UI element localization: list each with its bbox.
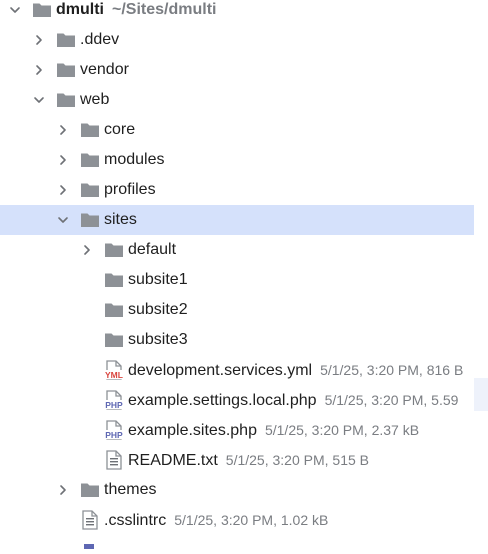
partial-file-icon xyxy=(84,536,94,549)
file-meta: 5/1/25, 3:20 PM, 816 B xyxy=(320,362,464,378)
folder-icon xyxy=(104,330,124,350)
tree-row-readme-txt[interactable]: README.txt 5/1/25, 3:20 PM, 515 B xyxy=(0,445,474,475)
tree-row-example-sites-php[interactable]: PHP example.sites.php 5/1/25, 3:20 PM, 2.3… xyxy=(0,415,474,445)
tree-item-label: .ddev xyxy=(80,30,119,50)
folder-icon xyxy=(56,30,76,50)
tree-row-vendor[interactable]: vendor xyxy=(0,55,474,85)
folder-icon xyxy=(80,480,100,500)
tree-row-core[interactable]: core xyxy=(0,115,474,145)
tree-item-label: vendor xyxy=(80,60,129,80)
php-file-icon: PHP xyxy=(104,420,124,440)
svg-text:YML: YML xyxy=(105,370,123,380)
item-name: subsite3 xyxy=(128,331,188,348)
tree-item-label: web xyxy=(80,90,109,110)
tree-row-web[interactable]: web xyxy=(0,85,474,115)
folder-icon xyxy=(80,150,100,170)
tree-item-label: sites xyxy=(104,210,137,230)
tree-row-default[interactable]: default xyxy=(0,235,474,265)
file-meta: 5/1/25, 3:20 PM, 5.59 xyxy=(324,392,459,408)
item-name: modules xyxy=(104,151,165,168)
item-name: .ddev xyxy=(80,31,120,48)
chevron-right-icon[interactable] xyxy=(32,33,46,47)
tree-item-label: example.sites.php 5/1/25, 3:20 PM, 2.37 k… xyxy=(128,420,419,441)
tree-row-dmulti[interactable]: dmulti ~/Sites/dmulti xyxy=(0,0,474,25)
tree-item-label: profiles xyxy=(104,180,156,200)
tree-item-label: subsite1 xyxy=(128,270,188,290)
tree-row-development-services-yml[interactable]: YML development.services.yml 5/1/25, 3:20 … xyxy=(0,355,474,385)
item-name: .csslintrc xyxy=(104,512,167,529)
tree-item-label: default xyxy=(128,240,176,260)
chevron-down-icon[interactable] xyxy=(8,3,22,17)
chevron-right-icon[interactable] xyxy=(56,153,70,167)
folder-icon xyxy=(104,240,124,260)
chevron-right-icon[interactable] xyxy=(80,243,94,257)
tree-row-subsite2[interactable]: subsite2 xyxy=(0,295,474,325)
folder-icon xyxy=(80,120,100,140)
folder-icon xyxy=(104,270,124,290)
tree-row-subsite1[interactable]: subsite1 xyxy=(0,265,474,295)
tree-row-sites[interactable]: sites xyxy=(0,205,474,235)
chevron-right-icon[interactable] xyxy=(56,123,70,137)
item-name: sites xyxy=(104,211,137,228)
chevron-right-icon[interactable] xyxy=(32,63,46,77)
folder-icon xyxy=(104,300,124,320)
item-name: subsite2 xyxy=(128,301,188,318)
tree-item-label: example.settings.local.php 5/1/25, 3:20 P… xyxy=(128,390,458,411)
tree-row-themes[interactable]: themes xyxy=(0,475,474,505)
item-name: profiles xyxy=(104,181,156,198)
item-name: vendor xyxy=(80,61,129,78)
tree-item-label: subsite2 xyxy=(128,300,188,320)
svg-text:PHP: PHP xyxy=(105,430,123,440)
folder-icon xyxy=(56,60,76,80)
text-file-icon xyxy=(80,510,100,530)
item-name: web xyxy=(80,91,110,108)
file-meta: 5/1/25, 3:20 PM, 1.02 kB xyxy=(174,512,329,528)
item-name: README.txt xyxy=(128,452,218,469)
yml-file-icon: YML xyxy=(104,360,124,380)
folder-icon xyxy=(32,0,52,20)
project-tree: dmulti ~/Sites/dmulti .ddev vendor web core mo… xyxy=(0,0,474,543)
item-name: subsite1 xyxy=(128,271,188,288)
project-path: ~/Sites/dmulti xyxy=(112,1,217,18)
chevron-down-icon[interactable] xyxy=(32,93,46,107)
item-name: dmulti xyxy=(56,1,104,18)
scrollbar-thumb[interactable] xyxy=(474,378,488,411)
item-name: example.sites.php xyxy=(128,422,257,439)
item-name: themes xyxy=(104,481,157,498)
item-name: core xyxy=(104,121,136,138)
file-meta: 5/1/25, 3:20 PM, 2.37 kB xyxy=(264,422,420,438)
php-file-icon: PHP xyxy=(104,390,124,410)
tree-item-label: themes xyxy=(104,480,156,500)
folder-icon xyxy=(80,210,100,230)
tree-row-modules[interactable]: modules xyxy=(0,145,474,175)
tree-row-profiles[interactable]: profiles xyxy=(0,175,474,205)
folder-icon xyxy=(80,180,100,200)
text-file-icon xyxy=(104,450,124,470)
chevron-right-icon[interactable] xyxy=(56,483,70,497)
item-name: development.services.yml xyxy=(128,362,313,379)
tree-item-label: development.services.yml 5/1/25, 3:20 PM,… xyxy=(128,360,463,381)
tree-row-ddev[interactable]: .ddev xyxy=(0,25,474,55)
tree-item-label: core xyxy=(104,120,135,140)
chevron-right-icon[interactable] xyxy=(56,183,70,197)
item-name: example.settings.local.php xyxy=(128,392,317,409)
tree-item-label: subsite3 xyxy=(128,330,188,350)
item-name: default xyxy=(128,241,177,258)
svg-text:PHP: PHP xyxy=(105,400,123,410)
tree-item-label: .csslintrc 5/1/25, 3:20 PM, 1.02 kB xyxy=(104,510,328,531)
tree-item-label: dmulti ~/Sites/dmulti xyxy=(56,0,216,20)
tree-item-label: README.txt 5/1/25, 3:20 PM, 515 B xyxy=(128,450,369,471)
chevron-down-icon[interactable] xyxy=(56,213,70,227)
folder-icon xyxy=(56,90,76,110)
tree-item-label: modules xyxy=(104,150,164,170)
tree-row-csslintrc[interactable]: .csslintrc 5/1/25, 3:20 PM, 1.02 kB xyxy=(0,505,474,535)
tree-row-example-settings-local-php[interactable]: PHP example.settings.local.php 5/1/25, 3:2… xyxy=(0,385,474,415)
file-meta: 5/1/25, 3:20 PM, 515 B xyxy=(225,452,370,468)
tree-row-subsite3[interactable]: subsite3 xyxy=(0,325,474,355)
